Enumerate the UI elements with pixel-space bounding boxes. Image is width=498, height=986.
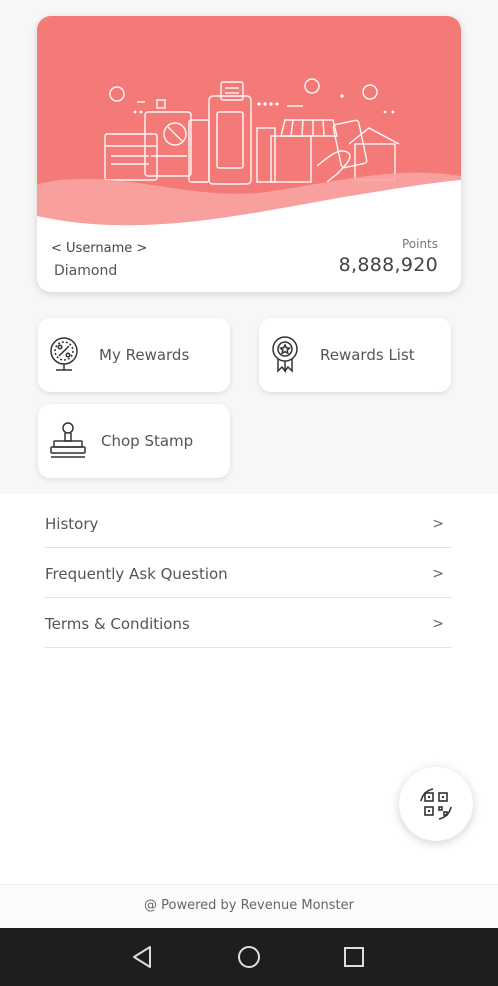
member-tier: Diamond	[54, 263, 118, 279]
tile-label: Chop Stamp	[101, 432, 194, 450]
qr-scan-button[interactable]	[399, 767, 473, 841]
recents-square-icon[interactable]	[340, 943, 368, 971]
rubber-stamp-icon	[50, 422, 86, 458]
home-circle-icon[interactable]	[235, 943, 263, 971]
menu-item-faq[interactable]: Frequently Ask Question >	[44, 548, 452, 598]
chop-stamp-button[interactable]: Chop Stamp	[38, 404, 230, 478]
menu-item-history[interactable]: History >	[44, 498, 452, 548]
qr-scan-icon	[420, 788, 452, 820]
system-nav-bar	[0, 928, 498, 986]
card-banner-illustration	[37, 16, 461, 246]
powered-by-footer: @ Powered by Revenue Monster	[0, 884, 498, 929]
chevron-right-icon: >	[432, 516, 444, 532]
tile-label: My Rewards	[99, 346, 190, 364]
rewards-list-button[interactable]: Rewards List	[259, 318, 451, 392]
back-triangle-icon[interactable]	[129, 943, 157, 971]
menu-item-label: History	[45, 515, 99, 533]
points-label: Points	[401, 237, 438, 251]
my-rewards-button[interactable]: My Rewards	[38, 318, 230, 392]
chevron-right-icon: >	[432, 566, 444, 582]
chevron-right-icon: >	[432, 616, 444, 632]
points-value: 8,888,920	[338, 254, 438, 276]
username-label: < Username >	[51, 241, 148, 256]
discount-coupon-icon	[50, 337, 78, 371]
award-ribbon-icon	[272, 336, 298, 374]
membership-card[interactable]: < Username > Diamond Points 8,888,920	[37, 16, 461, 292]
menu-item-terms[interactable]: Terms & Conditions >	[44, 598, 452, 648]
tile-label: Rewards List	[320, 346, 415, 364]
menu-item-label: Terms & Conditions	[45, 615, 190, 633]
menu-item-label: Frequently Ask Question	[45, 565, 228, 583]
